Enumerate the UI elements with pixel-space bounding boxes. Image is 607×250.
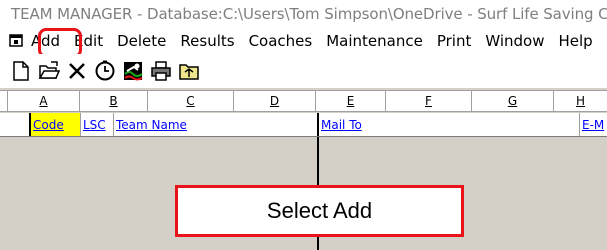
menu-results[interactable]: Results: [180, 32, 234, 50]
menu-delete[interactable]: Delete: [117, 32, 166, 50]
folder-up-icon[interactable]: [178, 60, 200, 82]
header-code[interactable]: Code: [31, 113, 81, 136]
row-selector-header: [0, 113, 31, 136]
column-letter-h[interactable]: H: [554, 91, 607, 111]
menu-bar: Add Edit Delete Results Coaches Maintena…: [0, 28, 607, 54]
clock-icon[interactable]: [94, 60, 116, 82]
column-letter-e[interactable]: E: [316, 91, 386, 111]
delete-x-icon[interactable]: [66, 60, 88, 82]
window-title: TEAM MANAGER - Database:C:\Users\Tom Sim…: [11, 5, 607, 23]
header-lsc[interactable]: LSC: [81, 113, 114, 136]
menu-window[interactable]: Window: [485, 32, 544, 50]
new-document-icon[interactable]: [10, 60, 32, 82]
swimmer-icon[interactable]: [122, 60, 144, 82]
grid-header-row: Code LSC Team Name Mail To E-M: [0, 113, 607, 137]
header-email[interactable]: E-M: [580, 113, 607, 136]
column-letter-g[interactable]: G: [472, 91, 554, 111]
printer-icon[interactable]: [150, 60, 172, 82]
menu-maintenance[interactable]: Maintenance: [326, 32, 423, 50]
title-bar: TEAM MANAGER - Database:C:\Users\Tom Sim…: [0, 0, 607, 28]
column-letter-spacer: [0, 91, 8, 111]
column-letter-a[interactable]: A: [8, 91, 80, 111]
header-team-name[interactable]: Team Name: [114, 113, 319, 136]
menu-coaches[interactable]: Coaches: [249, 32, 313, 50]
instruction-callout: Select Add: [175, 185, 464, 237]
menu-help[interactable]: Help: [559, 32, 593, 50]
menu-window-icon[interactable]: [9, 34, 27, 48]
menu-print[interactable]: Print: [437, 32, 472, 50]
header-mail-to[interactable]: Mail To: [319, 113, 580, 136]
column-letter-f[interactable]: F: [386, 91, 472, 111]
toolbar: [0, 54, 607, 88]
column-letter-row: A B C D E F G H: [0, 90, 607, 112]
column-letter-d[interactable]: D: [234, 91, 316, 111]
open-folder-icon[interactable]: [38, 60, 60, 82]
column-letter-c[interactable]: C: [148, 91, 234, 111]
column-letter-b[interactable]: B: [80, 91, 148, 111]
